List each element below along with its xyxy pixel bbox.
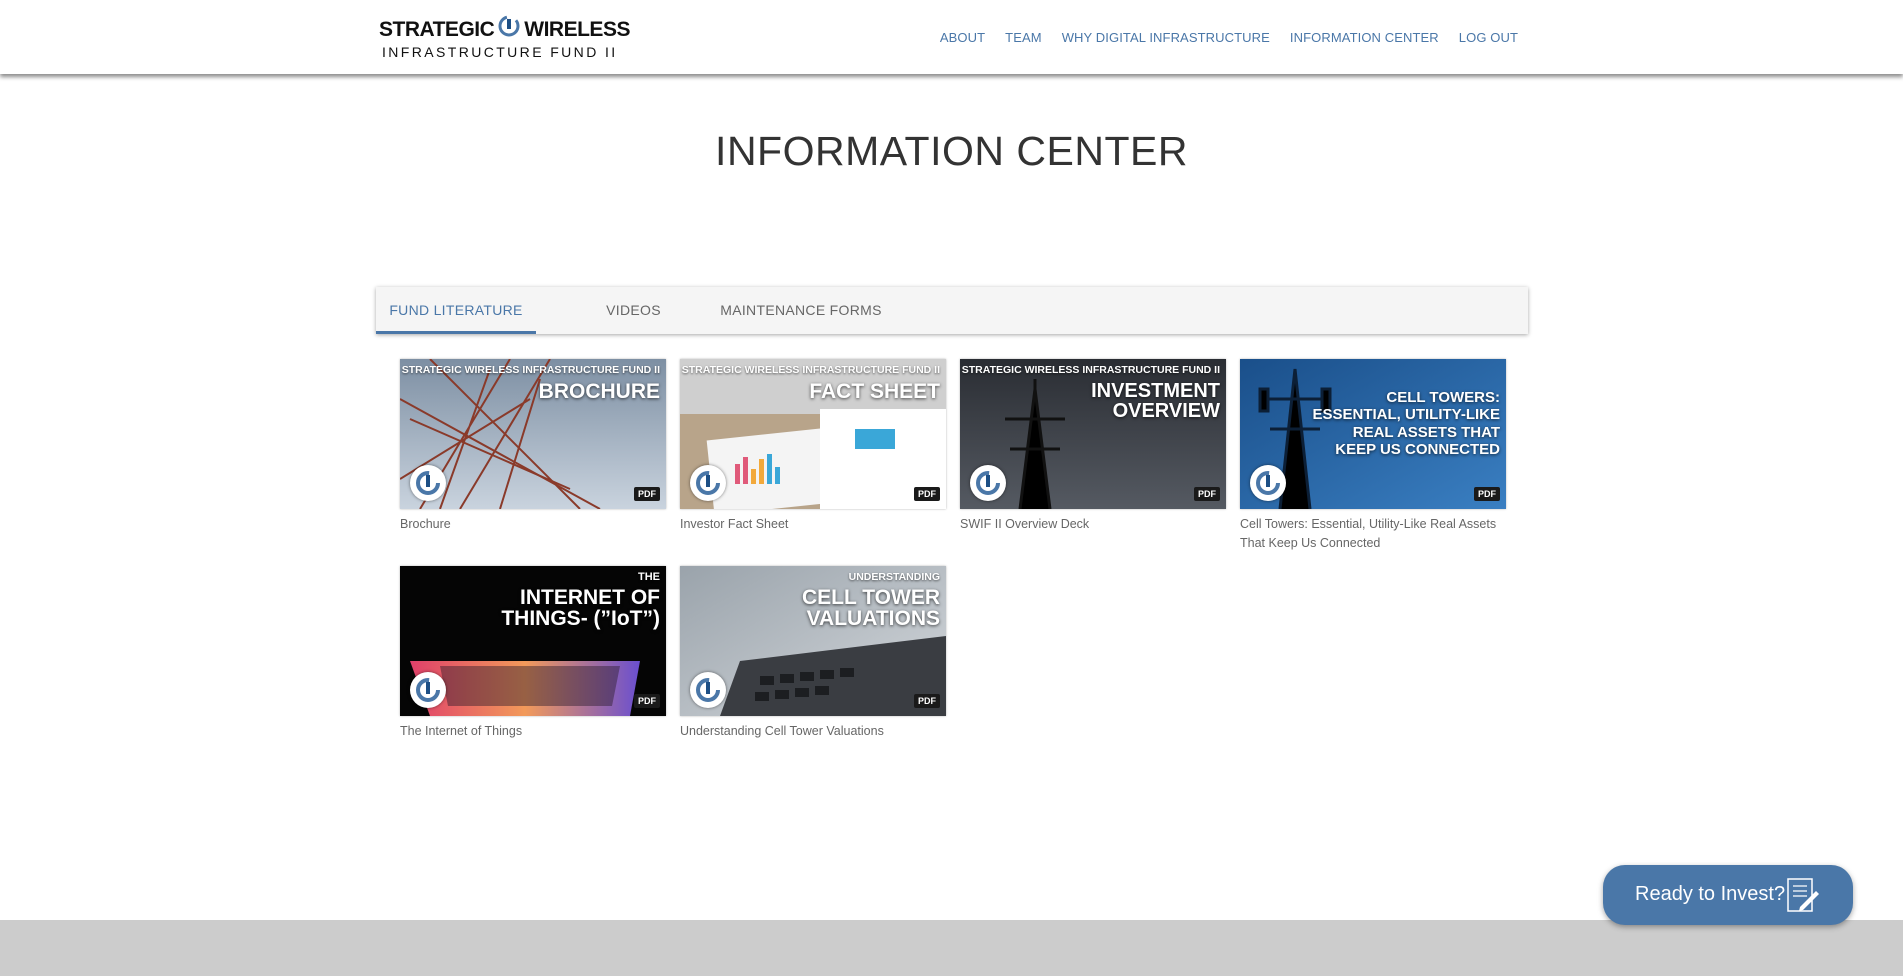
- thumb-title-line: ESSENTIAL, UTILITY-LIKE: [1312, 406, 1500, 424]
- card-cell-tower-valuations[interactable]: UNDERSTANDING CELL TOWER VALUATIONS PDF …: [680, 566, 946, 741]
- fund-logo-icon: [690, 465, 726, 501]
- logo-word-right: WIRELESS: [524, 18, 630, 41]
- card-caption[interactable]: SWIF II Overview Deck: [960, 515, 1226, 534]
- pdf-badge: PDF: [1474, 487, 1500, 501]
- thumb-title-line: INVESTMENT: [1091, 380, 1220, 402]
- pdf-badge: PDF: [914, 694, 940, 708]
- tab-fund-literature[interactable]: FUND LITERATURE: [376, 287, 536, 334]
- card-caption[interactable]: Investor Fact Sheet: [680, 515, 946, 534]
- thumb-title-line: VALUATIONS: [806, 607, 940, 630]
- thumb-title-line: INTERNET OF: [520, 586, 660, 609]
- fund-logo-icon: [1250, 465, 1286, 501]
- logo-word-left: STRATEGIC: [379, 18, 495, 41]
- ready-to-invest-button[interactable]: Ready to Invest?: [1603, 865, 1853, 925]
- card-caption[interactable]: Cell Towers: Essential, Utility-Like Rea…: [1240, 515, 1506, 553]
- ready-to-invest-label: Ready to Invest?: [1635, 883, 1786, 905]
- page-title: INFORMATION CENTER: [715, 128, 1188, 174]
- thumb-title: CELL TOWER VALUATIONS: [802, 587, 940, 629]
- thumb-title-line: THINGS- (”IoT”): [501, 607, 660, 630]
- site-logo[interactable]: STRATEGIC WIRELESS INFRASTRUCTURE FUND I…: [379, 15, 630, 60]
- cell-towers-thumbnail[interactable]: CELL TOWERS: ESSENTIAL, UTILITY-LIKE REA…: [1240, 359, 1506, 509]
- thumb-top-text: STRATEGIC WIRELESS INFRASTRUCTURE FUND I…: [681, 364, 940, 376]
- thumb-title: CELL TOWERS: ESSENTIAL, UTILITY-LIKE REA…: [1312, 389, 1500, 458]
- site-header: STRATEGIC WIRELESS INFRASTRUCTURE FUND I…: [0, 0, 1903, 74]
- logo-line1: STRATEGIC WIRELESS: [379, 15, 630, 42]
- thumb-top-text: STRATEGIC WIRELESS INFRASTRUCTURE FUND I…: [961, 364, 1220, 376]
- thumb-title-line: FACT SHEET: [809, 380, 940, 403]
- logo-line2: INFRASTRUCTURE FUND II: [382, 44, 618, 60]
- thumb-title-line: OVERVIEW: [1112, 400, 1220, 422]
- nav-about[interactable]: ABOUT: [940, 30, 985, 45]
- card-caption[interactable]: Understanding Cell Tower Valuations: [680, 722, 946, 741]
- site-footer: [0, 920, 1903, 976]
- card-brochure[interactable]: STRATEGIC WIRELESS INFRASTRUCTURE FUND I…: [400, 359, 666, 534]
- thumb-top-text: STRATEGIC WIRELESS INFRASTRUCTURE FUND I…: [401, 364, 660, 376]
- pdf-badge: PDF: [1194, 487, 1220, 501]
- thumb-title-line: KEEP US CONNECTED: [1335, 440, 1500, 458]
- nav-why-digital-infrastructure[interactable]: WHY DIGITAL INFRASTRUCTURE: [1062, 30, 1270, 45]
- pdf-badge: PDF: [634, 487, 660, 501]
- thumb-title-line: CELL TOWER: [801, 586, 940, 609]
- card-internet-of-things[interactable]: THE INTERNET OF THINGS- (”IoT”) PDF The …: [400, 566, 666, 741]
- tab-videos[interactable]: VIDEOS: [576, 287, 691, 334]
- card-fact-sheet[interactable]: STRATEGIC WIRELESS INFRASTRUCTURE FUND I…: [680, 359, 946, 534]
- card-caption[interactable]: The Internet of Things: [400, 722, 666, 741]
- cell-tower-valuations-thumbnail[interactable]: UNDERSTANDING CELL TOWER VALUATIONS PDF: [680, 566, 946, 716]
- internet-of-things-thumbnail[interactable]: THE INTERNET OF THINGS- (”IoT”) PDF: [400, 566, 666, 716]
- literature-tabs: FUND LITERATURE VIDEOS MAINTENANCE FORMS: [376, 287, 1528, 334]
- card-investment-overview[interactable]: STRATEGIC WIRELESS INFRASTRUCTURE FUND I…: [960, 359, 1226, 534]
- card-caption[interactable]: Brochure: [400, 515, 666, 534]
- nav-team[interactable]: TEAM: [1005, 30, 1042, 45]
- fund-logo-icon: [970, 465, 1006, 501]
- card-cell-towers[interactable]: CELL TOWERS: ESSENTIAL, UTILITY-LIKE REA…: [1240, 359, 1506, 553]
- tab-maintenance-forms[interactable]: MAINTENANCE FORMS: [696, 287, 906, 334]
- investment-overview-thumbnail[interactable]: STRATEGIC WIRELESS INFRASTRUCTURE FUND I…: [960, 359, 1226, 509]
- thumb-top-text: UNDERSTANDING: [848, 571, 940, 583]
- thumb-title: INTERNET OF THINGS- (”IoT”): [501, 587, 660, 629]
- thumb-title-line: CELL TOWERS:: [1386, 389, 1500, 406]
- thumb-title: FACT SHEET: [809, 381, 940, 402]
- fund-logo-icon: [410, 672, 446, 708]
- nav-log-out[interactable]: LOG OUT: [1459, 30, 1518, 45]
- pdf-badge: PDF: [914, 487, 940, 501]
- logo-mark-icon: [498, 15, 520, 37]
- document-sign-icon: [1787, 878, 1819, 912]
- thumb-title: BROCHURE: [539, 381, 660, 402]
- fund-logo-icon: [690, 672, 726, 708]
- thumb-title-line: REAL ASSETS THAT: [1352, 423, 1500, 441]
- thumb-title-line: BROCHURE: [538, 380, 660, 403]
- fact-sheet-thumbnail[interactable]: STRATEGIC WIRELESS INFRASTRUCTURE FUND I…: [680, 359, 946, 509]
- thumb-top-text: THE: [638, 571, 660, 583]
- thumb-title: INVESTMENT OVERVIEW: [1091, 381, 1220, 421]
- brochure-thumbnail[interactable]: STRATEGIC WIRELESS INFRASTRUCTURE FUND I…: [400, 359, 666, 509]
- fund-logo-icon: [410, 465, 446, 501]
- main-nav: ABOUT TEAM WHY DIGITAL INFRASTRUCTURE IN…: [940, 30, 1518, 45]
- nav-information-center[interactable]: INFORMATION CENTER: [1290, 30, 1439, 45]
- pdf-badge: PDF: [634, 694, 660, 708]
